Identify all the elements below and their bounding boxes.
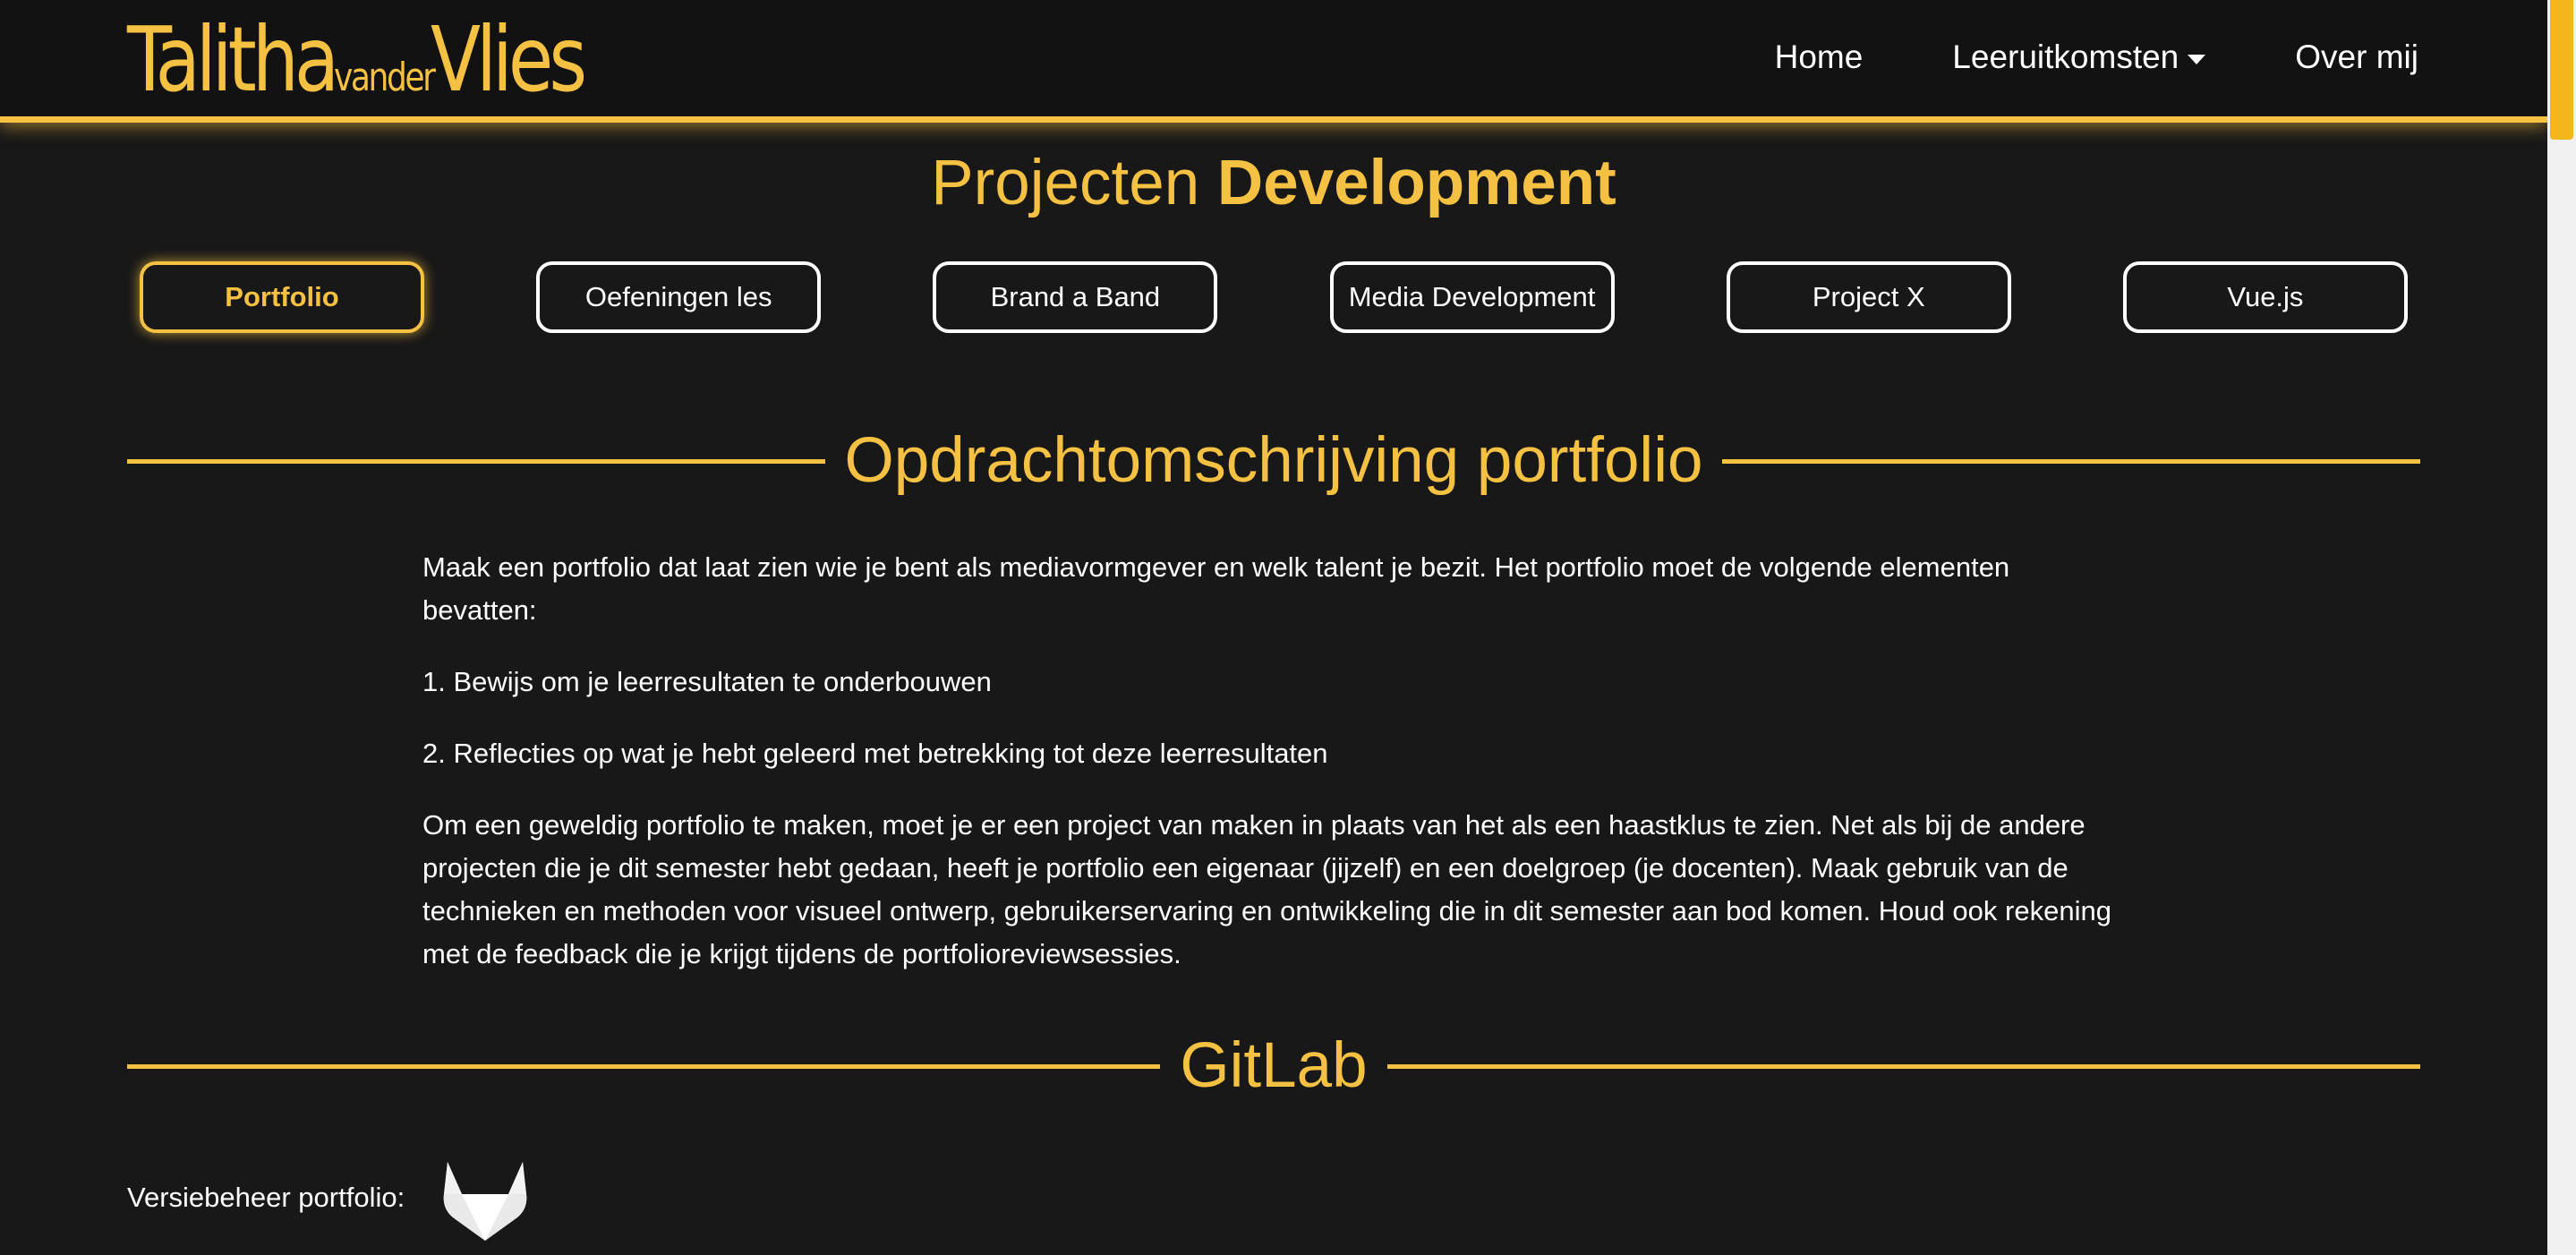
tab-oefeningen-les[interactable]: Oefeningen les xyxy=(536,261,822,333)
nav-home-label: Home xyxy=(1774,38,1864,75)
caret-down-icon xyxy=(2188,54,2206,64)
section-heading-opdracht: Opdrachtomschrijving portfolio xyxy=(127,421,2421,501)
paragraph-item-1: 1. Bewijs om je leerresultaten te onderb… xyxy=(422,666,992,697)
assignment-description: Maak een portfolio dat laat zien wie je … xyxy=(422,546,2123,1004)
page-title: Projecten Development xyxy=(0,143,2547,224)
section-heading-gitlab-text: GitLab xyxy=(1180,1030,1368,1101)
version-control-row: Versiebeheer portfolio: xyxy=(127,1155,528,1241)
page-title-normal: Projecten xyxy=(931,148,1200,218)
tab-media-development[interactable]: Media Development xyxy=(1329,261,1615,333)
version-control-label: Versiebeheer portfolio: xyxy=(127,1182,405,1213)
project-tabs: Portfolio Oefeningen les Brand a Band Me… xyxy=(140,261,2408,333)
tab-project-x[interactable]: Project X xyxy=(1726,261,2011,333)
section-heading-gitlab: GitLab xyxy=(127,1026,2420,1106)
page: Talitha vander Vlies Home Leeruitkomsten… xyxy=(0,0,2576,1255)
tab-brand-a-band[interactable]: Brand a Band xyxy=(933,261,1218,333)
nav-leeruitkomsten-label: Leeruitkomsten xyxy=(1952,38,2179,75)
vertical-scrollbar[interactable] xyxy=(2547,0,2576,1255)
gitlab-icon-graphic xyxy=(443,1162,527,1241)
tab-portfolio[interactable]: Portfolio xyxy=(140,261,424,333)
logo-last-name: Vlies xyxy=(431,7,587,112)
nav-over-mij[interactable]: Over mij xyxy=(2295,38,2418,76)
paragraph-intro: Maak een portfolio dat laat zien wie je … xyxy=(422,551,2010,626)
logo-middle-name: vander xyxy=(334,55,436,100)
gitlab-icon[interactable] xyxy=(442,1155,528,1241)
heading-divider-left xyxy=(127,1063,1161,1069)
page-title-bold: Development xyxy=(1216,148,1616,218)
logo-first-name: Talitha xyxy=(127,7,339,112)
paragraph-item-2: 2. Reflecties op wat je hebt geleerd met… xyxy=(422,738,1328,769)
scrollbar-thumb[interactable] xyxy=(2550,0,2573,140)
heading-divider-left xyxy=(127,458,825,464)
heading-divider-right xyxy=(1722,458,2421,464)
logo[interactable]: Talitha vander Vlies xyxy=(127,7,617,112)
tab-vuejs[interactable]: Vue.js xyxy=(2122,261,2408,333)
main-nav: Home Leeruitkomsten Over mij xyxy=(1775,0,2418,115)
heading-divider-right xyxy=(1386,1063,2420,1069)
paragraph-details: Om een geweldig portfolio te maken, moet… xyxy=(422,809,2111,969)
section-heading-opdracht-text: Opdrachtomschrijving portfolio xyxy=(844,425,1703,496)
nav-leeruitkomsten-dropdown[interactable]: Leeruitkomsten xyxy=(1952,38,2206,76)
nav-home[interactable]: Home xyxy=(1775,38,1864,76)
navbar: Talitha vander Vlies Home Leeruitkomsten… xyxy=(0,0,2547,123)
nav-over-mij-label: Over mij xyxy=(2295,38,2418,75)
